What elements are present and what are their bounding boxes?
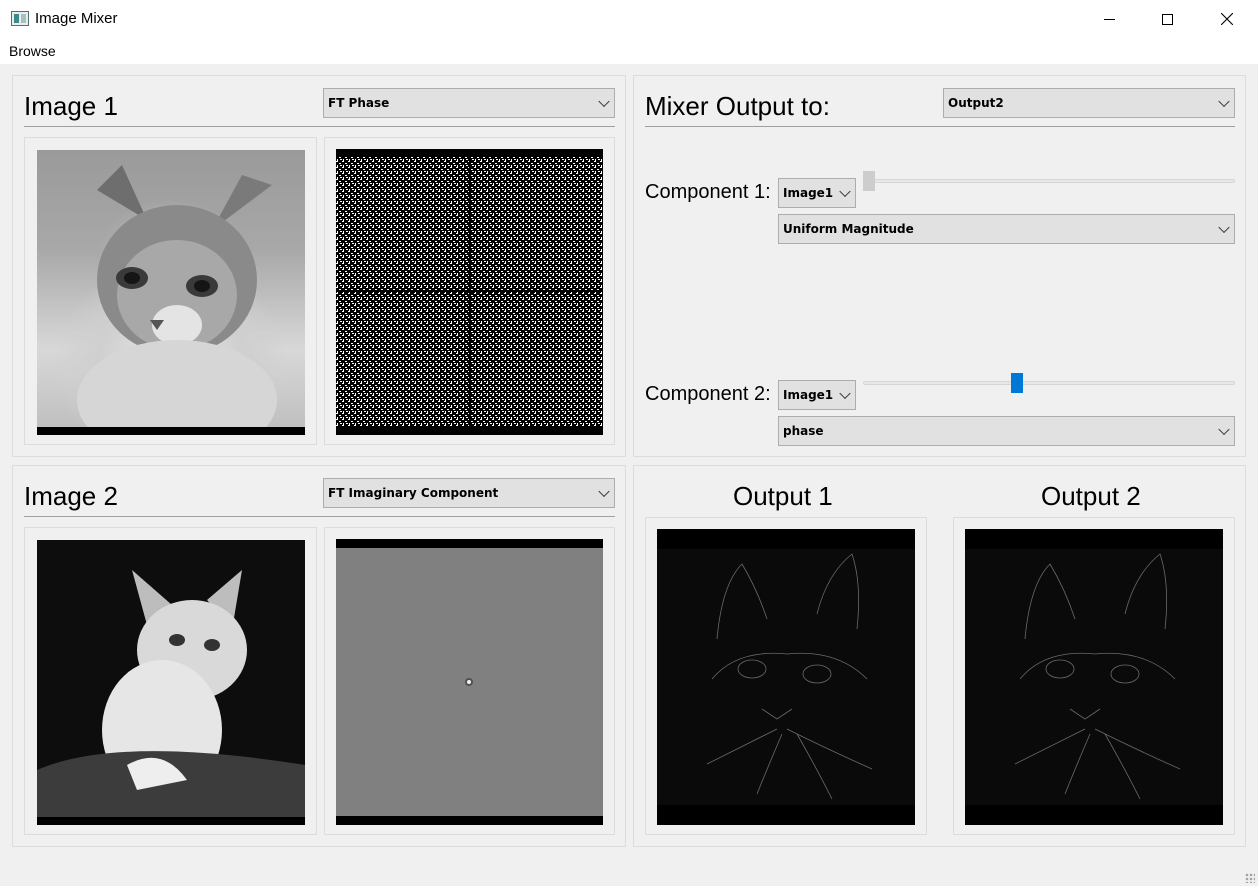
output2-title: Output 2 (1041, 481, 1141, 511)
chevron-down-icon (839, 387, 851, 400)
title-bar: Image Mixer (0, 0, 1258, 38)
component1-type-select[interactable]: Uniform Magnitude (778, 214, 1235, 244)
image2-component-frame (324, 527, 615, 835)
mixer-divider (645, 126, 1235, 127)
chevron-down-icon (1218, 95, 1230, 108)
output1-frame (645, 517, 927, 835)
image1-original-image (37, 150, 305, 435)
mixer-output-select[interactable]: Output2 (943, 88, 1235, 118)
image1-view-select-value: FT Phase (328, 96, 390, 110)
component1-slider-track[interactable] (863, 179, 1235, 183)
app-icon (11, 11, 29, 26)
component1-type-value: Uniform Magnitude (783, 222, 914, 236)
image2-original-frame (24, 527, 317, 835)
component1-source-value: Image1 (783, 186, 834, 200)
image1-component-frame (324, 137, 615, 445)
component1-slider-handle[interactable] (863, 171, 875, 191)
output1-image (657, 529, 915, 825)
mixer-output-select-value: Output2 (948, 96, 1004, 110)
image1-view-select[interactable]: FT Phase (323, 88, 615, 118)
image1-ft-phase-image (336, 149, 603, 435)
component1-source-select[interactable]: Image1 (778, 178, 856, 208)
output2-image (965, 529, 1223, 825)
chevron-down-icon (839, 185, 851, 198)
mixer-group: Mixer Output to: Output2 Component 1: Im… (633, 75, 1246, 457)
component2-label: Component 2: (645, 383, 771, 405)
output2-frame (953, 517, 1235, 835)
component2-type-value: phase (783, 424, 824, 438)
image2-heading: Image 2 (24, 481, 118, 511)
component2-slider-track[interactable] (863, 381, 1235, 385)
image1-heading: Image 1 (24, 91, 118, 121)
image2-group: Image 2 FT Imaginary Component (12, 465, 626, 847)
component1-label: Component 1: (645, 181, 771, 203)
component2-type-select[interactable]: phase (778, 416, 1235, 446)
chevron-down-icon (598, 485, 610, 498)
component2-source-select[interactable]: Image1 (778, 380, 856, 410)
menu-bar: Browse (0, 38, 1258, 64)
image2-divider (24, 516, 615, 517)
chevron-down-icon (1218, 423, 1230, 436)
component2-source-value: Image1 (783, 388, 834, 402)
image2-view-select-value: FT Imaginary Component (328, 486, 499, 500)
component2-slider-handle[interactable] (1011, 373, 1023, 393)
size-grip[interactable] (1245, 873, 1255, 883)
chevron-down-icon (598, 95, 610, 108)
minimize-icon (1103, 18, 1115, 20)
maximize-button[interactable] (1138, 0, 1196, 38)
output1-title: Output 1 (733, 481, 833, 511)
image1-original-frame (24, 137, 317, 445)
image2-original-image (37, 540, 305, 825)
image1-group: Image 1 FT Phase (12, 75, 626, 457)
close-button[interactable] (1196, 0, 1258, 38)
minimize-button[interactable] (1080, 0, 1138, 38)
chevron-down-icon (1218, 221, 1230, 234)
close-icon (1221, 13, 1233, 25)
image2-ft-imaginary-image (336, 539, 603, 825)
mixer-heading: Mixer Output to: (645, 91, 830, 121)
maximize-icon (1161, 13, 1173, 25)
outputs-group: Output 1 Output 2 (633, 465, 1246, 847)
window-title: Image Mixer (35, 10, 118, 27)
image2-view-select[interactable]: FT Imaginary Component (323, 478, 615, 508)
menu-browse[interactable]: Browse (9, 43, 56, 59)
image1-divider (24, 126, 615, 127)
